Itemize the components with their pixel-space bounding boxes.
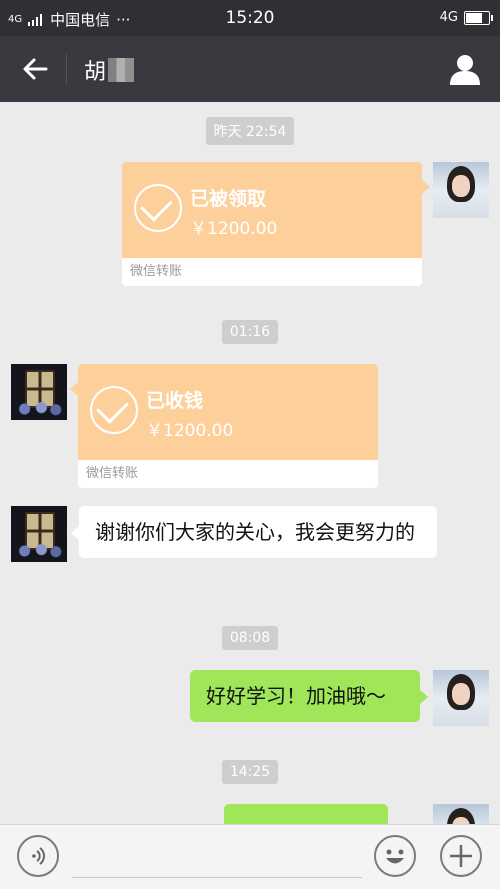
- avatar-self[interactable]: [433, 162, 489, 218]
- chat-header: 胡: [0, 36, 500, 102]
- bubble-tail: [422, 180, 430, 194]
- transfer-label: 微信转账: [86, 466, 139, 481]
- battery-icon: [464, 10, 493, 25]
- person-icon[interactable]: [448, 52, 482, 86]
- transfer-status: 已收钱: [146, 390, 204, 412]
- timestamp: 01:16: [0, 320, 500, 344]
- timestamp: 14:25: [0, 760, 500, 784]
- text-message-received[interactable]: 谢谢你们大家的关心，我会更努力的: [71, 506, 437, 558]
- timestamp-label: 昨天 22:54: [205, 117, 295, 145]
- timestamp-label: 01:16: [221, 320, 279, 344]
- chat-area[interactable]: 昨天 22:54 已被领取 ￥1200.00 微信转账 01:16 已收钱 ￥1…: [0, 102, 500, 824]
- emoji-button[interactable]: [374, 835, 416, 877]
- avatar-contact[interactable]: [11, 364, 67, 420]
- message-text: 好好学习！加油哦～: [206, 684, 386, 708]
- blurred-name-portion: [108, 58, 135, 82]
- plus-icon: [450, 845, 472, 867]
- transfer-label: 微信转账: [130, 264, 183, 279]
- avatar-self[interactable]: [433, 804, 489, 824]
- back-button[interactable]: [16, 50, 54, 88]
- check-circle-icon: [90, 386, 138, 434]
- avatar-contact[interactable]: [11, 506, 67, 562]
- text-message-sent-partial[interactable]: [224, 804, 388, 824]
- transfer-message-received[interactable]: 已收钱 ￥1200.00 微信转账: [70, 364, 378, 488]
- plus-button[interactable]: [440, 835, 482, 877]
- voice-button[interactable]: [17, 835, 59, 877]
- status-time: 15:20: [225, 8, 275, 28]
- emoji-icon: [386, 849, 404, 864]
- voice-icon: [32, 847, 45, 865]
- timestamp: 08:08: [0, 626, 500, 650]
- contact-name: 胡: [84, 60, 107, 85]
- transfer-status: 已被领取: [190, 188, 267, 210]
- flowers-art: [15, 544, 63, 558]
- bubble-tail: [420, 690, 428, 704]
- bubble-tail: [70, 382, 78, 396]
- status-bar: 4G 中国电信 ··· 15:20 4G: [0, 0, 500, 36]
- header-divider: [66, 54, 67, 84]
- transfer-amount: ￥1200.00: [190, 219, 278, 239]
- flowers-art: [15, 402, 63, 416]
- timestamp-label: 08:08: [221, 626, 279, 650]
- avatar-self[interactable]: [433, 670, 489, 726]
- input-bar: [0, 824, 500, 889]
- text-message-sent[interactable]: 好好学习！加油哦～: [190, 670, 428, 722]
- timestamp: 昨天 22:54: [0, 117, 500, 145]
- contact-title: 胡: [84, 54, 135, 86]
- bubble-tail: [71, 526, 79, 540]
- status-right: 4G: [439, 10, 493, 25]
- message-text: 谢谢你们大家的关心，我会更努力的: [95, 520, 415, 544]
- transfer-message-sent[interactable]: 已被领取 ￥1200.00 微信转账: [122, 162, 430, 286]
- arrow-left-icon: [23, 58, 48, 80]
- check-circle-icon: [134, 184, 182, 232]
- network-type: 4G: [439, 10, 458, 25]
- timestamp-label: 14:25: [221, 760, 279, 784]
- transfer-amount: ￥1200.00: [146, 421, 234, 441]
- message-input[interactable]: [72, 877, 362, 878]
